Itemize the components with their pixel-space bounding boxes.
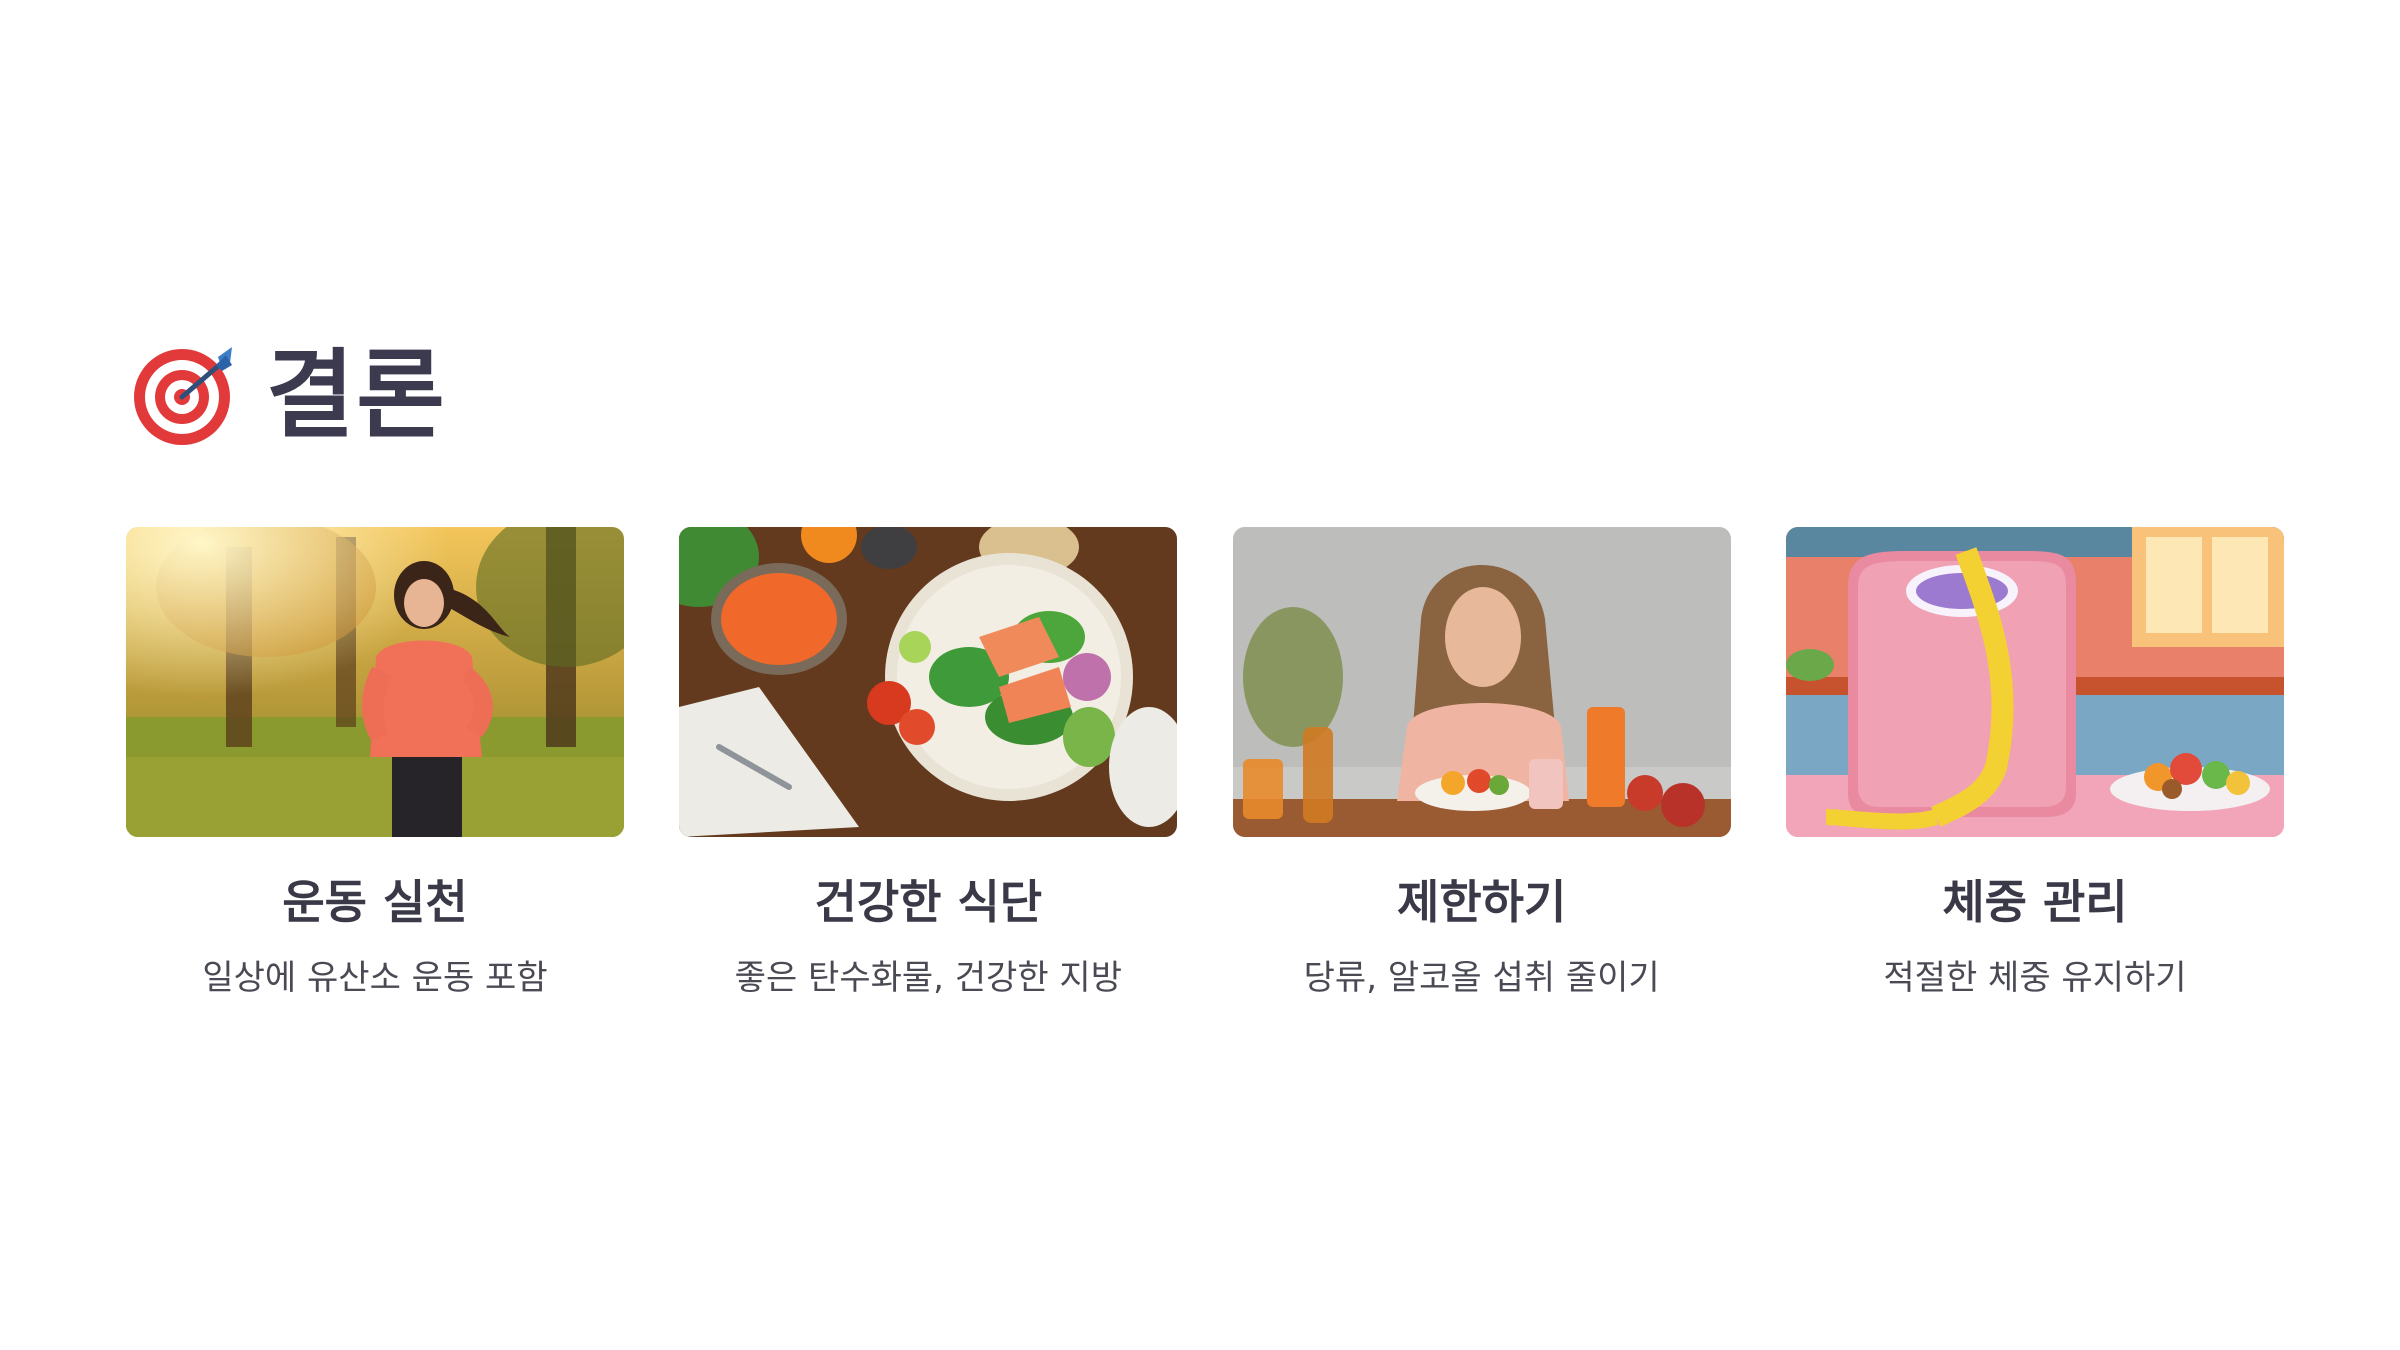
card-description: 적절한 체중 유지하기	[1883, 958, 2187, 999]
salmon-salad-bowl-image	[679, 527, 1178, 837]
card-exercise: 운동 실천 일상에 유산소 운동 포함	[126, 527, 624, 999]
target-icon	[134, 347, 232, 445]
card-description: 당류, 알코올 섭취 줄이기	[1303, 958, 1660, 999]
card-limit: 제한하기 당류, 알코올 섭취 줄이기	[1232, 527, 1731, 999]
header: 결론	[132, 335, 447, 455]
card-title: 건강한 식단	[814, 875, 1043, 929]
card-weight: 체중 관리 적절한 체중 유지하기	[1785, 527, 2284, 999]
slide: 결론 운동 실천 일상에 유산소 운동 포함 건강한 식단 좋은 탄수화물, 건…	[0, 0, 2400, 1350]
bathroom-scale-tape-image	[1785, 527, 2284, 837]
card-title: 운동 실천	[282, 875, 468, 929]
card-title: 체중 관리	[1942, 875, 2128, 929]
card-diet: 건강한 식단 좋은 탄수화물, 건강한 지방	[679, 527, 1178, 999]
card-title: 제한하기	[1397, 875, 1567, 929]
card-list: 운동 실천 일상에 유산소 운동 포함 건강한 식단 좋은 탄수화물, 건강한 …	[126, 527, 2284, 999]
smiling-woman-table-image	[1232, 527, 1731, 837]
jogging-woman-park-image	[126, 527, 624, 837]
card-description: 일상에 유산소 운동 포함	[202, 958, 548, 999]
card-description: 좋은 탄수화물, 건강한 지방	[734, 958, 1122, 999]
page-title: 결론	[266, 339, 447, 451]
